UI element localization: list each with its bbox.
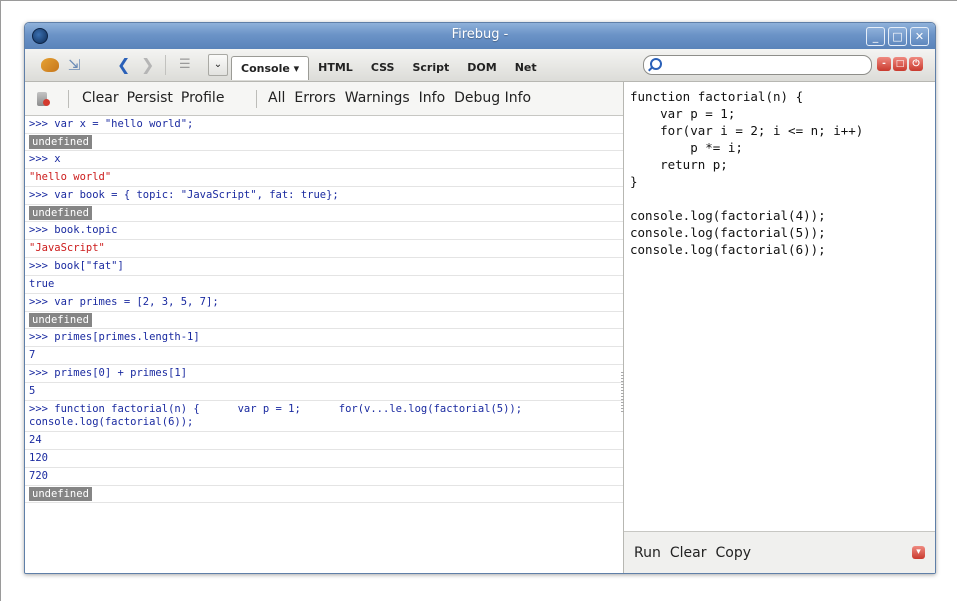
- filter-errors[interactable]: Errors: [294, 90, 335, 106]
- tab-html[interactable]: HTML: [309, 56, 362, 79]
- console-row: >>> var x = "hello world";: [25, 116, 623, 134]
- close-button[interactable]: ✕: [910, 27, 929, 46]
- tab-dom[interactable]: DOM: [458, 56, 505, 79]
- console-filters: All Errors Warnings Info Debug Info: [268, 90, 531, 106]
- filter-info[interactable]: Info: [419, 90, 446, 106]
- minimize-panel-icon[interactable]: -: [877, 57, 891, 71]
- console-row: >>> var book = { topic: "JavaScript", fa…: [25, 187, 623, 205]
- console-row: >>> book["fat"]: [25, 258, 623, 276]
- filter-debug-info[interactable]: Debug Info: [454, 90, 531, 106]
- main-toolbar: ⇲ ❮ ❯ ☰ ⌄ Console ▾ HTML CSS Script DOM …: [25, 49, 935, 82]
- tab-net[interactable]: Net: [506, 56, 546, 79]
- tab-css[interactable]: CSS: [362, 56, 404, 79]
- console-row: 24: [25, 432, 623, 450]
- console-row: >>> book.topic: [25, 222, 623, 240]
- copy-button[interactable]: Copy: [715, 545, 751, 561]
- console-row: >>> function factorial(n) { var p = 1; f…: [25, 401, 623, 432]
- filter-warnings[interactable]: Warnings: [345, 90, 410, 106]
- console-row: >>> primes[0] + primes[1]: [25, 365, 623, 383]
- console-row: 5: [25, 383, 623, 401]
- console-output: >>> var x = "hello world"; undefined >>>…: [25, 116, 623, 503]
- console-panel: Clear Persist Profile All Errors Warning…: [25, 82, 625, 573]
- console-row: 720: [25, 468, 623, 486]
- console-row: >>> var primes = [2, 3, 5, 7];: [25, 294, 623, 312]
- detach-panel-icon[interactable]: □: [893, 57, 907, 71]
- maximize-button[interactable]: □: [888, 27, 907, 46]
- editor-footer: Run Clear Copy ▾: [624, 531, 935, 573]
- run-button[interactable]: Run: [634, 545, 661, 561]
- console-actions: Clear Persist Profile: [82, 90, 224, 106]
- clear-button[interactable]: Clear: [82, 90, 119, 106]
- window-title: Firebug -: [451, 27, 509, 42]
- firebug-window-controls: - □ ⏻: [877, 57, 923, 71]
- title-bar[interactable]: Firebug - _ □ ✕: [25, 23, 935, 49]
- console-row: 7: [25, 347, 623, 365]
- toolbar-separator: [68, 90, 69, 108]
- tab-script[interactable]: Script: [403, 56, 458, 79]
- console-row: >>> x: [25, 151, 623, 169]
- panel-tabs: Console ▾ HTML CSS Script DOM Net: [231, 56, 546, 80]
- panel-dropdown-button[interactable]: ⌄: [208, 54, 228, 76]
- toolbar-separator: [256, 90, 257, 108]
- power-off-icon[interactable]: ⏻: [909, 57, 923, 71]
- console-row: true: [25, 276, 623, 294]
- console-toolbar: Clear Persist Profile All Errors Warning…: [25, 82, 623, 116]
- undefined-badge: undefined: [29, 313, 92, 327]
- figure-border-left: [0, 0, 1, 601]
- window-controls: _ □ ✕: [866, 27, 929, 46]
- console-row: "JavaScript": [25, 240, 623, 258]
- search-input[interactable]: [643, 55, 872, 75]
- undefined-badge: undefined: [29, 487, 92, 501]
- tab-console[interactable]: Console ▾: [231, 56, 310, 80]
- console-row: >>> primes[primes.length-1]: [25, 329, 623, 347]
- profile-button[interactable]: Profile: [181, 90, 225, 106]
- console-row: "hello world": [25, 169, 623, 187]
- console-row: undefined: [25, 134, 623, 151]
- firebug-window: Firebug - _ □ ✕ ⇲ ❮ ❯ ☰ ⌄ Console ▾ HTML…: [24, 22, 936, 574]
- minimize-button[interactable]: _: [866, 27, 885, 46]
- undefined-badge: undefined: [29, 135, 92, 149]
- figure-border-top: [0, 0, 957, 1]
- search-icon: [650, 58, 662, 70]
- forward-arrow-icon[interactable]: ❯: [141, 57, 154, 73]
- console-row: undefined: [25, 205, 623, 222]
- console-row: undefined: [25, 312, 623, 329]
- back-arrow-icon[interactable]: ❮: [117, 57, 130, 73]
- command-editor[interactable]: function factorial(n) { var p = 1; for(v…: [630, 88, 863, 258]
- firebug-bug-icon[interactable]: [41, 58, 59, 72]
- persist-button[interactable]: Persist: [127, 90, 173, 106]
- menu-lines-icon[interactable]: ☰: [179, 57, 191, 73]
- editor-actions: Run Clear Copy: [634, 545, 751, 561]
- filter-all[interactable]: All: [268, 90, 285, 106]
- console-row: undefined: [25, 486, 623, 503]
- toolbar-separator: [165, 55, 166, 75]
- console-row: 120: [25, 450, 623, 468]
- clear-editor-button[interactable]: Clear: [670, 545, 707, 561]
- command-editor-panel: function factorial(n) { var p = 1; for(v…: [624, 82, 935, 573]
- inspect-icon[interactable]: ⇲: [68, 57, 82, 73]
- collapse-editor-icon[interactable]: ▾: [912, 546, 925, 559]
- undefined-badge: undefined: [29, 206, 92, 220]
- clear-console-icon[interactable]: [37, 92, 50, 106]
